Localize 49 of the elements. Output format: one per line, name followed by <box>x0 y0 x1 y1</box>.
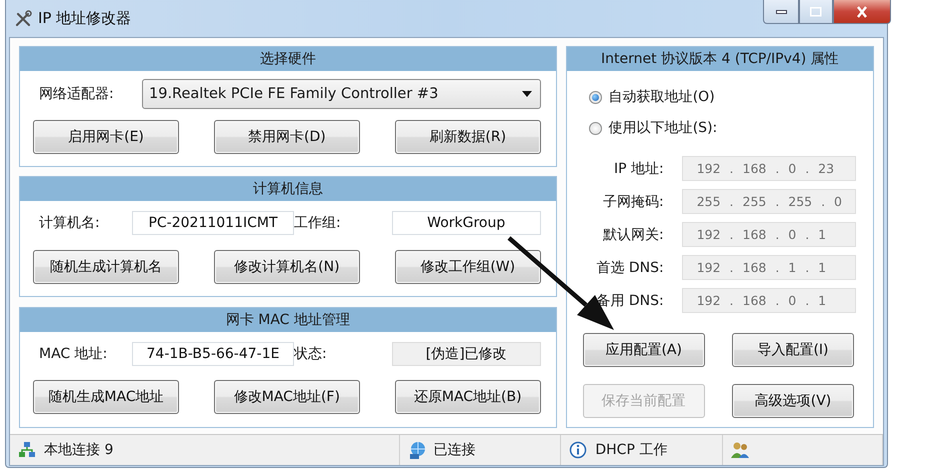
adapter-dropdown[interactable]: 19.Realtek PCIe FE Family Controller #3 <box>142 79 541 109</box>
maximize-button[interactable] <box>799 0 833 24</box>
text-field[interactable]: PC-20211011ICMT <box>132 211 294 235</box>
radio-button[interactable] <box>588 90 602 104</box>
radio-button[interactable] <box>588 122 602 134</box>
globe-icon <box>408 441 428 459</box>
field-label: 计算机名: <box>39 214 101 232</box>
field-label: 首选 DNS: <box>595 258 664 276</box>
field-label: 状态: <box>294 345 328 363</box>
caret-icon <box>522 91 532 97</box>
radio-label[interactable]: 使用以下地址(S): <box>608 119 718 137</box>
status-text: 本地连接 9 <box>44 441 114 459</box>
action-button[interactable]: 随机生成MAC地址 <box>33 380 179 414</box>
minimize-button[interactable] <box>763 0 799 24</box>
action-button[interactable]: 随机生成计算机名 <box>33 250 179 284</box>
radio-label[interactable]: 自动获取地址(O) <box>608 88 715 106</box>
action-button[interactable]: 修改工作组(W) <box>394 250 541 284</box>
panel-header: 计算机信息 <box>20 177 556 201</box>
field-label: IP 地址: <box>612 160 664 178</box>
panel-header: Internet 协议版本 4 (TCP/IPv4) 属性 <box>566 47 873 71</box>
close-button[interactable] <box>833 0 891 24</box>
field-label: 默认网关: <box>602 226 664 244</box>
status-text: 已连接 <box>434 441 476 459</box>
action-button[interactable]: 修改MAC地址(F) <box>214 380 360 414</box>
tools-icon <box>14 10 32 28</box>
text-field[interactable]: 74-1B-B5-66-47-1E <box>132 342 294 366</box>
panel-header: 网卡 MAC 地址管理 <box>20 308 556 332</box>
close-icon <box>857 6 867 18</box>
text-field[interactable]: WorkGroup <box>392 211 541 235</box>
users-icon <box>731 441 752 459</box>
action-button[interactable]: 导入配置(I) <box>732 333 854 367</box>
field-label: 子网掩码: <box>602 192 664 210</box>
panel-header: 选择硬件 <box>20 47 556 71</box>
action-button[interactable]: 启用网卡(E) <box>33 120 179 154</box>
field-label: MAC 地址: <box>39 345 108 363</box>
field-label: 网络适配器: <box>39 85 115 103</box>
field-label: 工作组: <box>294 214 342 232</box>
status-field: [伪造]已修改 <box>392 342 541 366</box>
action-button[interactable]: 应用配置(A) <box>582 333 705 367</box>
action-button[interactable]: 刷新数据(R) <box>394 120 541 154</box>
minimize-icon <box>776 10 786 14</box>
action-button[interactable]: 还原MAC地址(B) <box>394 380 541 414</box>
action-button[interactable]: 禁用网卡(D) <box>214 120 360 154</box>
action-button[interactable]: 修改计算机名(N) <box>214 250 360 284</box>
status-text: DHCP 工作 <box>595 441 668 459</box>
window-title: IP 地址修改器 <box>38 9 132 28</box>
maximize-icon <box>810 6 822 16</box>
action-button[interactable]: 高级选项(V) <box>732 384 854 418</box>
network-icon <box>18 441 38 459</box>
